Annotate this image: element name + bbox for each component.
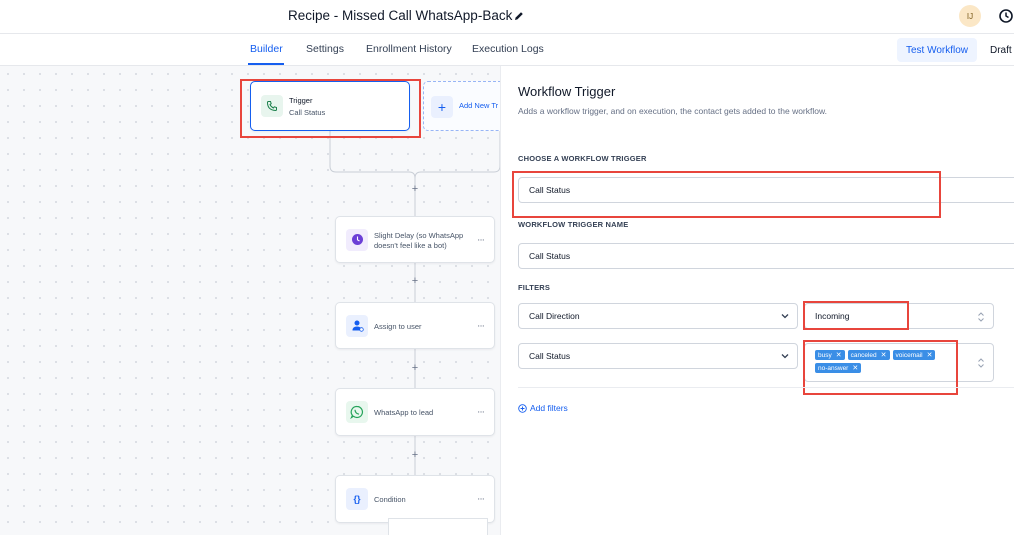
step-label: Slight Delay (so WhatsApp doesn't feel l… [374,231,464,250]
more-options-icon[interactable]: ··· [477,320,485,331]
panel-subtitle: Adds a workflow trigger, and on executio… [518,106,828,116]
draft-status[interactable]: Draft [990,45,1012,56]
step-label: Assign to user [374,322,422,331]
history-icon[interactable] [998,8,1014,24]
annotation-direction-highlight [803,301,909,330]
filter-field-value: Call Status [529,351,571,361]
step-label: Condition [374,495,406,504]
divider [518,387,1014,388]
filter-field-select[interactable]: Call Direction [518,303,798,329]
add-filters-label: Add filters [530,403,568,413]
workflow-canvas[interactable]: Trigger Call Status + Add New Tr + Sligh… [0,66,500,535]
chevron-down-icon [781,314,789,319]
edit-icon[interactable] [512,9,526,23]
annotation-trigger-type-highlight [512,171,941,218]
sort-arrows-icon [978,358,984,368]
step-slight-delay[interactable]: Slight Delay (so WhatsApp doesn't feel l… [335,216,495,263]
step-condition[interactable]: {} Condition ··· [335,475,495,523]
tab-builder[interactable]: Builder [250,43,283,55]
braces-icon: {} [346,488,368,510]
workflow-trigger-panel: Workflow Trigger Adds a workflow trigger… [500,66,1014,535]
tab-enrollment-history[interactable]: Enrollment History [366,43,452,55]
chevron-down-icon [781,354,789,359]
panel-title: Workflow Trigger [518,84,616,99]
tab-bar: Builder Settings Enrollment History Exec… [0,34,1014,66]
filter-field-select[interactable]: Call Status [518,343,798,369]
trigger-name-value: Call Status [529,251,571,261]
sort-arrows-icon [978,312,984,322]
tab-execution-logs[interactable]: Execution Logs [472,43,544,55]
step-label: WhatsApp to lead [374,408,434,417]
trigger-name-input[interactable]: Call Status [518,243,1014,269]
workflow-title[interactable]: Recipe - Missed Call WhatsApp-Back [288,8,512,23]
trigger-name-label: WORKFLOW TRIGGER NAME [518,220,629,229]
add-new-trigger-button[interactable]: + Add New Tr [423,81,500,131]
active-tab-indicator [248,63,284,65]
whatsapp-icon [346,401,368,423]
more-options-icon[interactable]: ··· [477,234,485,245]
step-assign-to-user[interactable]: Assign to user ··· [335,302,495,349]
step-whatsapp-to-lead[interactable]: WhatsApp to lead ··· [335,388,495,436]
add-filters-button[interactable]: Add filters [518,403,568,413]
more-options-icon[interactable]: ··· [477,407,485,418]
plus-circle-icon [518,403,527,413]
plus-icon: + [431,96,453,118]
choose-trigger-label: CHOOSE A WORKFLOW TRIGGER [518,154,647,163]
test-workflow-button[interactable]: Test Workflow [897,38,977,62]
tab-settings[interactable]: Settings [306,43,344,55]
add-step-plus[interactable]: + [410,449,420,461]
annotation-trigger-highlight [240,79,421,138]
clock-icon [346,228,368,251]
add-step-plus[interactable]: + [410,183,420,195]
top-bar: Recipe - Missed Call WhatsApp-Back IJ [0,0,1014,34]
user-icon [346,314,368,337]
filter-field-value: Call Direction [529,311,580,321]
more-options-icon[interactable]: ··· [477,494,485,505]
avatar[interactable]: IJ [959,5,981,27]
add-step-plus[interactable]: + [410,275,420,287]
add-new-trigger-label: Add New Tr [459,101,499,110]
filters-label: FILTERS [518,283,551,292]
canvas-minimap[interactable] [388,518,488,535]
add-step-plus[interactable]: + [410,362,420,374]
